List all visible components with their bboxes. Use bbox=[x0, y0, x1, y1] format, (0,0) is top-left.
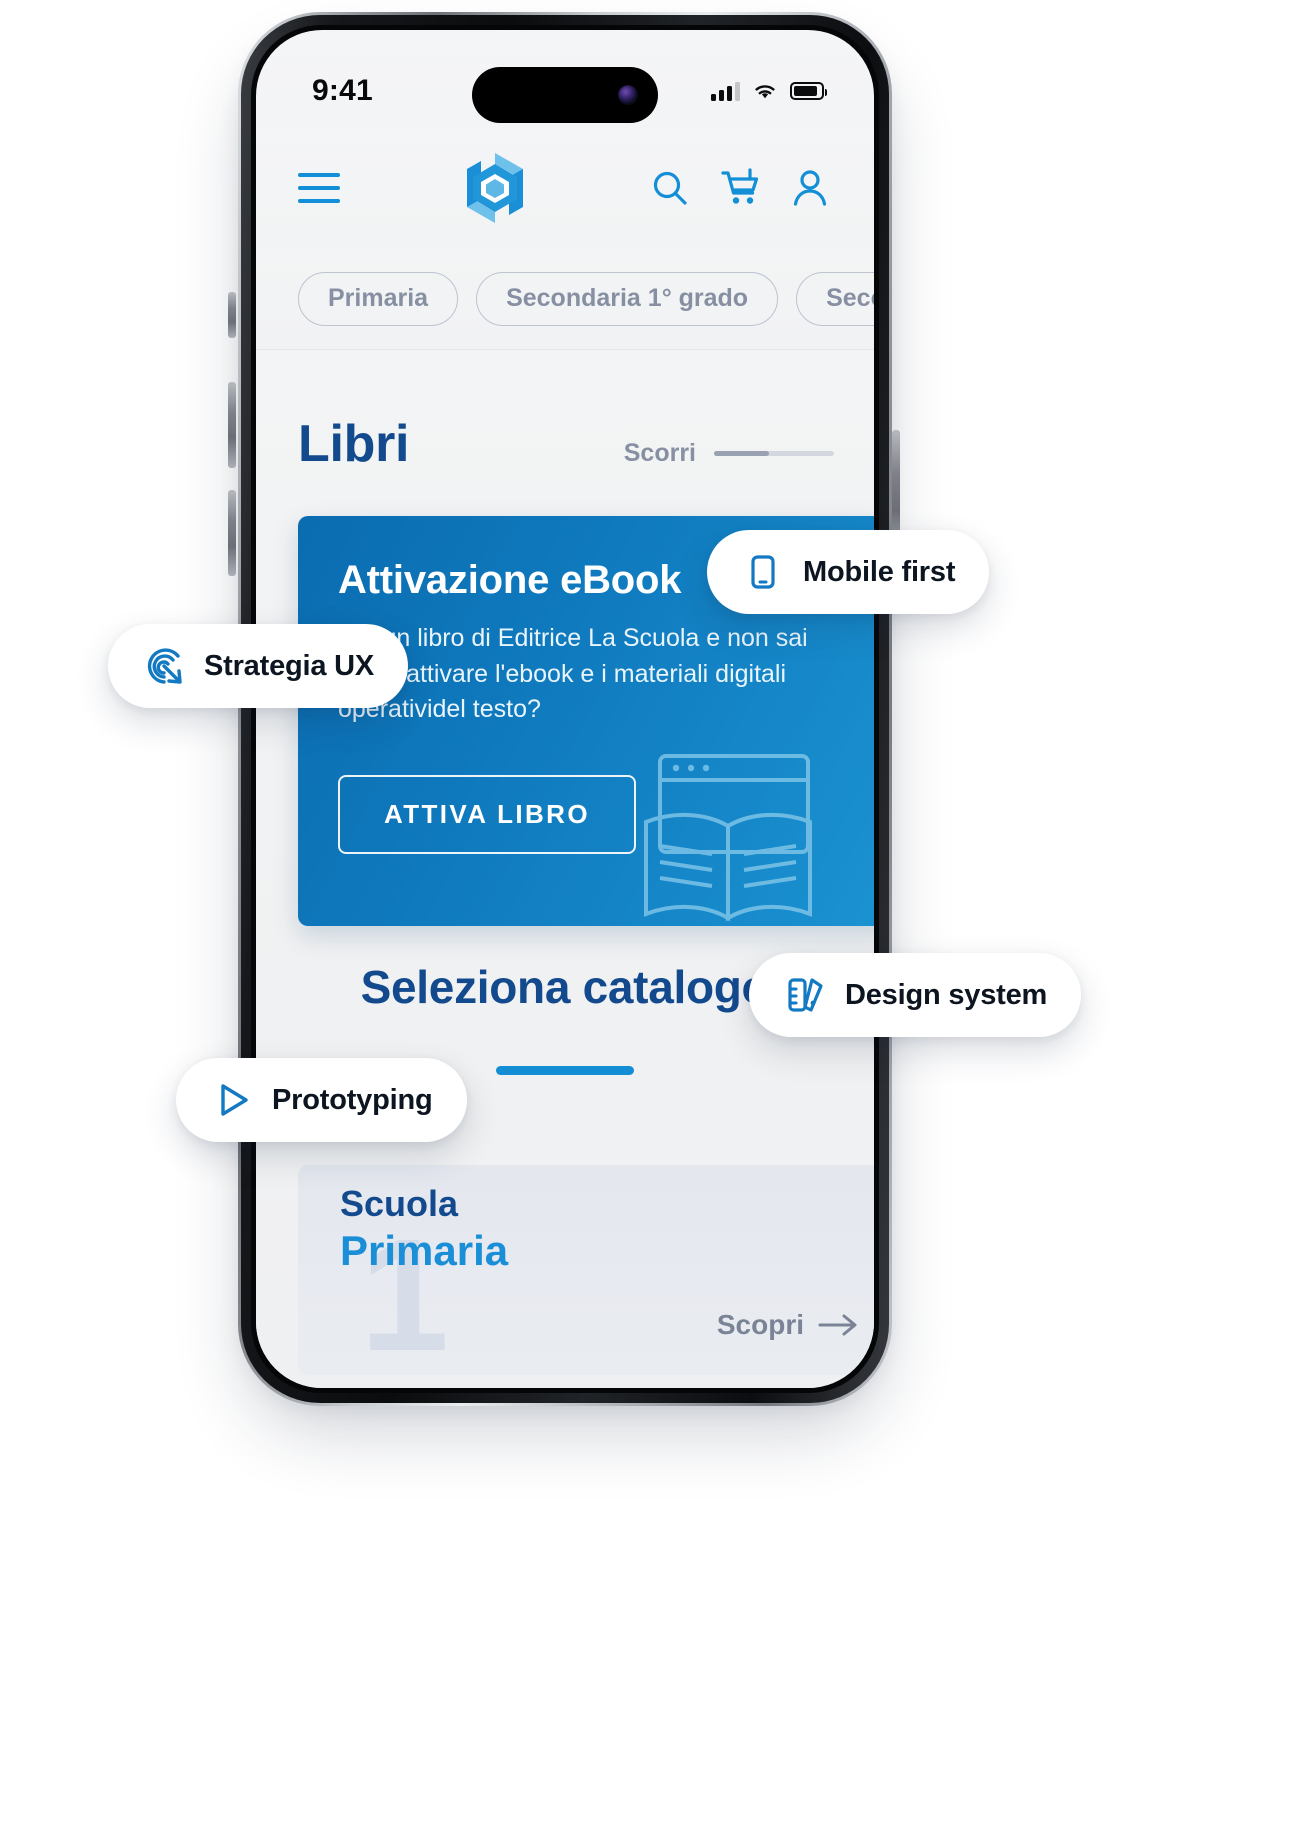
status-time: 9:41 bbox=[312, 74, 373, 107]
front-camera-icon bbox=[618, 85, 638, 105]
filter-pill-secondaria-1[interactable]: Secondaria 1° grado bbox=[476, 271, 779, 326]
catalog-card-line2: Primaria bbox=[340, 1227, 509, 1274]
attiva-libro-button[interactable]: ATTIVA LIBRO bbox=[338, 775, 636, 854]
section-header-libri: Libri Scorri bbox=[256, 350, 874, 474]
badge-prototyping[interactable]: Prototyping bbox=[176, 1058, 467, 1142]
palette-ruler-icon bbox=[788, 978, 823, 1012]
catalog-card-scuola-primaria[interactable]: 1 Scuola Primaria Scopri bbox=[298, 1165, 874, 1375]
phone-band: 9:41 Primaria Secondaria 1° grado Sec Li… bbox=[241, 15, 889, 1403]
wifi-icon bbox=[755, 85, 775, 99]
cursor-target-icon bbox=[147, 648, 182, 684]
app-header bbox=[256, 128, 874, 248]
phone-frame: 9:41 Primaria Secondaria 1° grado Sec Li… bbox=[238, 12, 892, 1406]
badge-design-system[interactable]: Design system bbox=[749, 953, 1082, 1037]
phone-screen: 9:41 Primaria Secondaria 1° grado Sec Li… bbox=[256, 30, 874, 1388]
mobile-phone-icon bbox=[751, 555, 775, 589]
promo-card-body: Hai un libro di Editrice La Scuola e non… bbox=[338, 624, 808, 723]
catalog-card-line1: Scuola bbox=[340, 1183, 459, 1224]
catalog-card-scopri-link[interactable]: Scopri bbox=[717, 1309, 860, 1341]
phone-volume-down-button[interactable] bbox=[228, 490, 236, 576]
category-filter-row[interactable]: Primaria Secondaria 1° grado Secondaria … bbox=[256, 248, 874, 350]
badge-mobile-first[interactable]: Mobile first bbox=[707, 530, 990, 614]
phone-silent-switch[interactable] bbox=[228, 292, 236, 338]
screenshot-stage: 9:41 Primaria Secondaria 1° grado Sec Li… bbox=[0, 0, 1300, 1826]
arrow-right-icon bbox=[818, 1314, 857, 1336]
scroll-label: Scorri bbox=[623, 439, 696, 467]
filter-pill-secondaria-2[interactable]: Secondaria 2° grado bbox=[796, 271, 874, 326]
search-icon[interactable] bbox=[650, 167, 690, 209]
badge-prototyping-label: Prototyping bbox=[272, 1083, 433, 1116]
user-account-icon[interactable] bbox=[790, 167, 830, 209]
filter-pill-primaria[interactable]: Primaria bbox=[298, 271, 459, 326]
shopping-cart-icon[interactable] bbox=[720, 167, 760, 209]
badge-mobile-first-label: Mobile first bbox=[803, 555, 956, 588]
editrice-la-scuola-logo[interactable] bbox=[459, 150, 531, 226]
catalog-title-underline bbox=[496, 1066, 634, 1075]
scroll-indicator[interactable]: Scorri bbox=[624, 439, 834, 474]
open-book-illustration bbox=[644, 754, 812, 922]
badge-design-system-label: Design system bbox=[845, 978, 1048, 1011]
cellular-signal-icon bbox=[711, 81, 740, 101]
play-triangle-icon bbox=[221, 1084, 248, 1116]
badge-strategia-ux-label: Strategia UX bbox=[204, 649, 375, 682]
phone-volume-up-button[interactable] bbox=[228, 382, 236, 468]
header-actions bbox=[650, 167, 830, 209]
phone-bezel: 9:41 Primaria Secondaria 1° grado Sec Li… bbox=[251, 25, 879, 1393]
scopri-label: Scopri bbox=[716, 1309, 804, 1340]
dynamic-island bbox=[472, 67, 658, 123]
scroll-thumb[interactable] bbox=[714, 451, 770, 456]
scroll-track[interactable] bbox=[714, 451, 834, 456]
hamburger-menu-icon[interactable] bbox=[298, 173, 340, 203]
battery-icon bbox=[790, 82, 827, 100]
badge-strategia-ux[interactable]: Strategia UX bbox=[108, 624, 409, 708]
page-content: Libri Scorri P Ed S. Ro bbox=[256, 350, 874, 1388]
status-indicators bbox=[711, 81, 827, 101]
page-title: Libri bbox=[298, 415, 410, 473]
